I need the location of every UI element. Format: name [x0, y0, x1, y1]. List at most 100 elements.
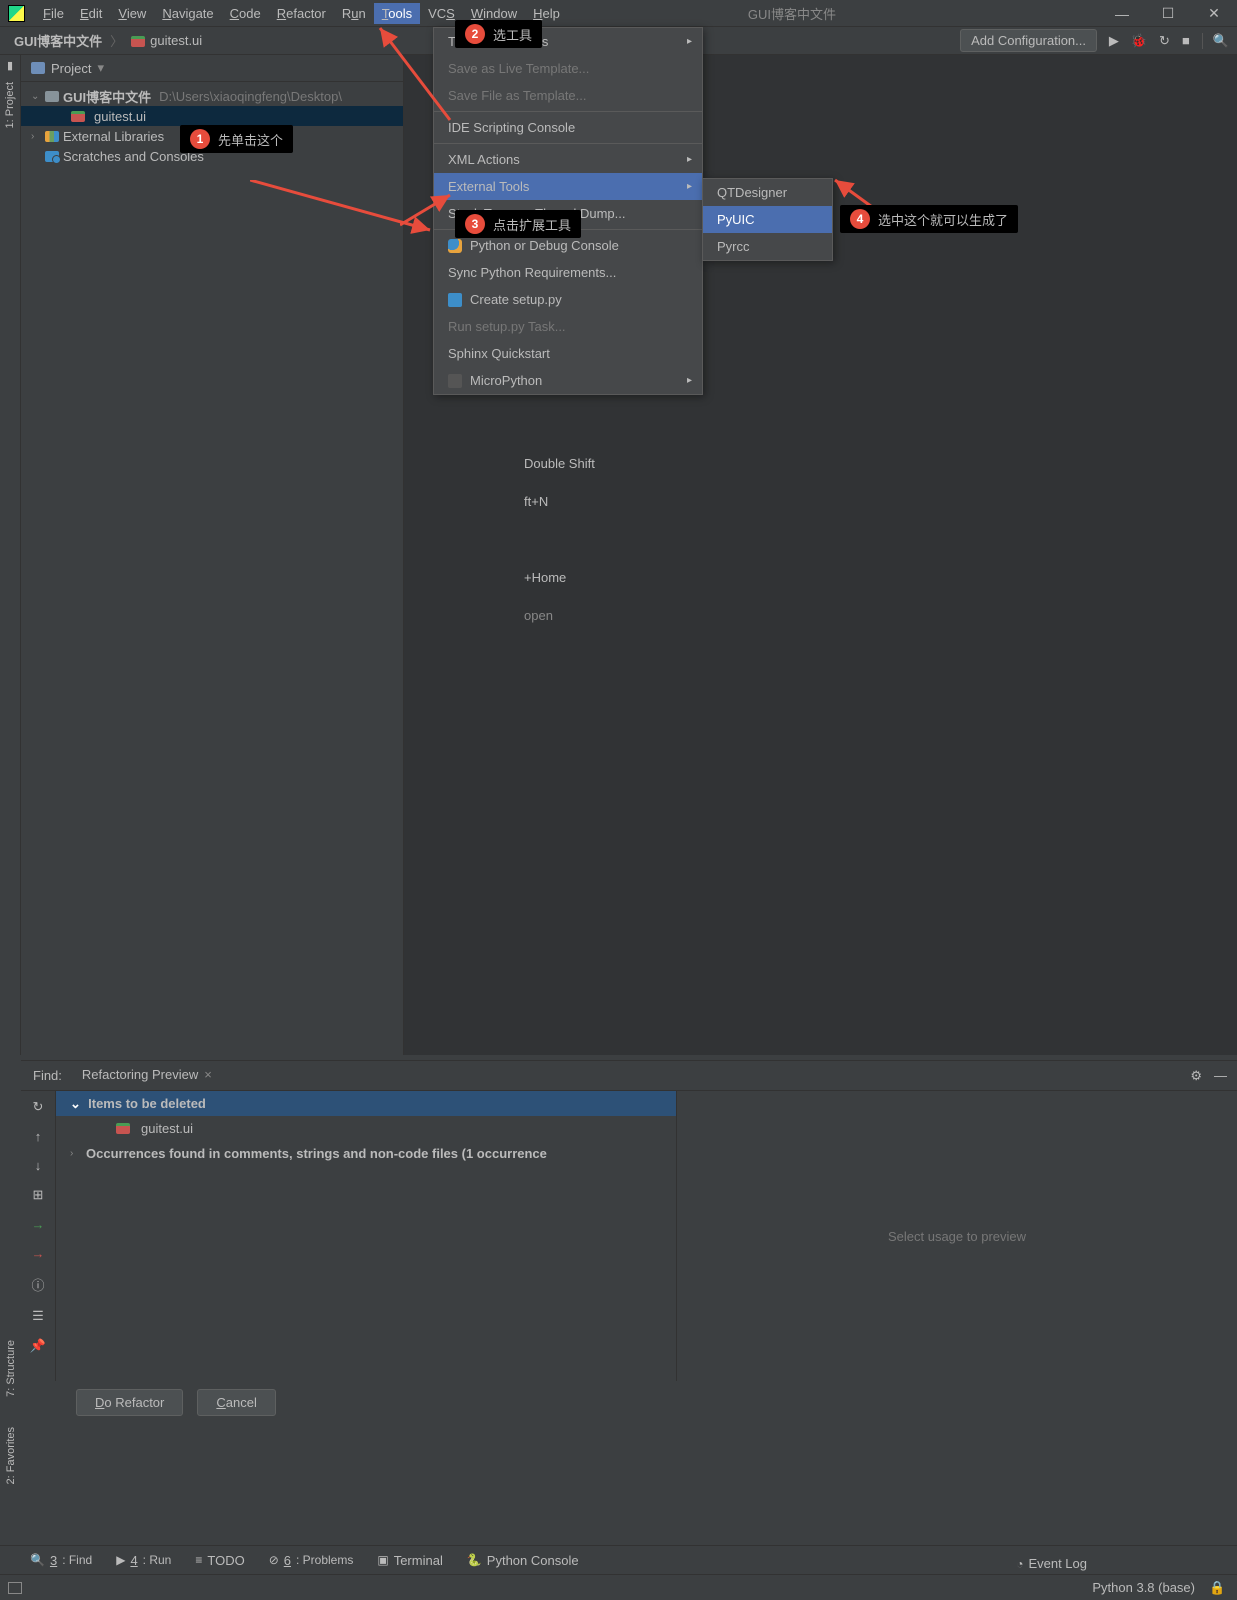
debug-icon[interactable]: 🐞 — [1131, 33, 1147, 49]
project-tool-button[interactable]: ▮ — [7, 59, 13, 72]
library-icon — [45, 131, 59, 142]
python-icon — [448, 239, 462, 253]
tab-python-console[interactable]: 🐍 Python Console — [467, 1553, 579, 1568]
import-icon[interactable]: → — [32, 1217, 45, 1232]
minimize-panel-icon[interactable]: — — [1214, 1068, 1227, 1084]
menu-file[interactable]: File — [35, 3, 72, 24]
dd-ide-scripting[interactable]: IDE Scripting Console — [434, 114, 702, 141]
setup-icon — [448, 293, 462, 307]
submenu-pyrcc[interactable]: Pyrcc — [703, 233, 832, 260]
find-tree-header[interactable]: ⌄ Items to be deleted — [56, 1091, 676, 1116]
dd-sphinx[interactable]: Sphinx Quickstart — [434, 340, 702, 367]
left-tool-strip: 7: Structure 2: Favorites — [0, 1340, 21, 1484]
event-log-button[interactable]: ◔ Event Log — [1016, 1556, 1087, 1571]
info-icon[interactable]: ⓘ — [31, 1275, 44, 1294]
dd-run-setup[interactable]: Run setup.py Task... — [434, 313, 702, 340]
add-configuration-button[interactable]: Add Configuration... — [960, 29, 1097, 52]
tab-run[interactable]: ▶ 4: Run — [116, 1553, 171, 1568]
list-icon[interactable]: ☰ — [32, 1308, 44, 1324]
tree-root-path: D:\Users\xiaoqingfeng\Desktop\ — [159, 89, 342, 104]
menu-navigate[interactable]: Navigate — [154, 3, 221, 24]
tree-root[interactable]: ⌄ GUI博客中文件 D:\Users\xiaoqingfeng\Desktop… — [21, 86, 403, 106]
dd-sync-requirements[interactable]: Sync Python Requirements... — [434, 259, 702, 286]
annotation-2: 2选工具 — [455, 20, 542, 48]
structure-tool-button[interactable]: 7: Structure — [5, 1340, 17, 1397]
coverage-icon[interactable]: ↻ — [1159, 33, 1170, 49]
pycharm-logo-icon — [8, 5, 25, 22]
tree-extlib-label: External Libraries — [63, 129, 164, 144]
menu-refactor[interactable]: Refactor — [269, 3, 334, 24]
down-arrow-icon[interactable]: ↓ — [35, 1158, 42, 1173]
tab-todo[interactable]: ≡ TODO — [195, 1553, 244, 1568]
find-panel: Find: Refactoring Preview× ⚙ — ↻ ↑ ↓ ⊞ →… — [21, 1060, 1237, 1445]
find-tab-refactoring[interactable]: Refactoring Preview× — [72, 1063, 222, 1088]
find-label: Find: — [33, 1068, 62, 1083]
statusbar-icon[interactable] — [8, 1582, 22, 1594]
status-bar: Python 3.8 (base) 🔒 — [0, 1574, 1237, 1600]
do-refactor-button[interactable]: Do Refactor — [76, 1389, 183, 1416]
expand-icon[interactable]: ⊞ — [33, 1187, 44, 1203]
dd-save-live-template[interactable]: Save as Live Template... — [434, 55, 702, 82]
find-tree: ⌄ Items to be deleted guitest.ui ›Occurr… — [56, 1091, 676, 1381]
tab-problems[interactable]: ⊘ 6: Problems — [269, 1553, 354, 1568]
scratch-icon — [45, 151, 59, 162]
dd-save-file-template[interactable]: Save File as Template... — [434, 82, 702, 109]
menu-edit[interactable]: Edit — [72, 3, 110, 24]
pin-icon[interactable]: 📌 — [30, 1338, 46, 1354]
left-gutter: ▮ 1: Project — [0, 55, 21, 1055]
external-tools-submenu: QTDesigner PyUIC Pyrcc — [702, 178, 833, 261]
python-interpreter-label[interactable]: Python 3.8 (base) — [1092, 1580, 1195, 1595]
menu-run[interactable]: Run — [334, 3, 374, 24]
close-tab-icon[interactable]: × — [204, 1067, 212, 1082]
close-button[interactable]: ✕ — [1191, 0, 1237, 27]
find-tree-occurrences[interactable]: ›Occurrences found in comments, strings … — [56, 1141, 676, 1166]
tab-terminal[interactable]: ▣ Terminal — [377, 1553, 442, 1568]
minimize-button[interactable]: ― — [1099, 0, 1145, 27]
breadcrumb-separator: 〉 — [110, 31, 123, 50]
gutter-project-label[interactable]: 1: Project — [4, 82, 16, 128]
dd-external-tools[interactable]: External Tools▸ — [434, 173, 702, 200]
menubar: File Edit View Navigate Code Refactor Ru… — [0, 0, 1237, 27]
find-footer: Do Refactor Cancel — [21, 1381, 1237, 1423]
annotation-badge-4: 4 — [850, 209, 870, 229]
folder-icon — [45, 91, 59, 102]
chevron-down-icon[interactable]: ⌄ — [31, 91, 41, 102]
up-arrow-icon[interactable]: ↑ — [35, 1129, 42, 1144]
dd-create-setup[interactable]: Create setup.py — [434, 286, 702, 313]
menu-tools[interactable]: Tools — [374, 3, 420, 24]
export-icon[interactable]: → — [32, 1246, 45, 1261]
ui-file-icon — [71, 111, 85, 122]
project-panel: Project ▾ ⌄ GUI博客中文件 D:\Users\xiaoqingfe… — [21, 55, 404, 1055]
tab-find[interactable]: 🔍 3: Find — [30, 1553, 92, 1568]
refresh-icon[interactable]: ↻ — [33, 1099, 44, 1115]
annotation-badge-3: 3 — [465, 214, 485, 234]
stop-icon[interactable]: ■ — [1182, 33, 1190, 49]
submenu-qtdesigner[interactable]: QTDesigner — [703, 179, 832, 206]
dropdown-icon[interactable]: ▾ — [97, 60, 104, 76]
menu-view[interactable]: View — [110, 3, 154, 24]
dd-xml-actions[interactable]: XML Actions▸ — [434, 146, 702, 173]
tree-file-guitest[interactable]: guitest.ui — [21, 106, 403, 126]
find-preview: Select usage to preview — [676, 1091, 1237, 1381]
breadcrumb-file[interactable]: guitest.ui — [125, 31, 208, 50]
cancel-button[interactable]: Cancel — [197, 1389, 275, 1416]
menu-code[interactable]: Code — [222, 3, 269, 24]
run-icon[interactable]: ▶ — [1109, 33, 1119, 49]
find-tree-file[interactable]: guitest.ui — [56, 1116, 676, 1141]
annotation-1: 1先单击这个 — [180, 125, 293, 153]
tree-root-label: GUI博客中文件 — [63, 87, 151, 106]
find-side-toolbar: ↻ ↑ ↓ ⊞ → → ⓘ ☰ 📌 — [21, 1091, 56, 1381]
maximize-button[interactable]: ☐ — [1145, 0, 1191, 27]
welcome-text: Double Shift ft+N +Home open — [524, 445, 595, 635]
annotation-badge-1: 1 — [190, 129, 210, 149]
breadcrumb-root[interactable]: GUI博客中文件 — [8, 29, 108, 52]
dd-micropython[interactable]: MicroPython▸ — [434, 367, 702, 394]
project-panel-header[interactable]: Project ▾ — [21, 55, 403, 82]
submenu-pyuic[interactable]: PyUIC — [703, 206, 832, 233]
project-label: Project — [51, 61, 91, 76]
gear-icon[interactable]: ⚙ — [1190, 1068, 1202, 1084]
search-icon[interactable]: 🔍 — [1202, 33, 1229, 49]
lock-icon[interactable]: 🔒 — [1209, 1580, 1223, 1596]
favorites-tool-button[interactable]: 2: Favorites — [5, 1427, 17, 1484]
chevron-right-icon[interactable]: › — [31, 131, 41, 142]
